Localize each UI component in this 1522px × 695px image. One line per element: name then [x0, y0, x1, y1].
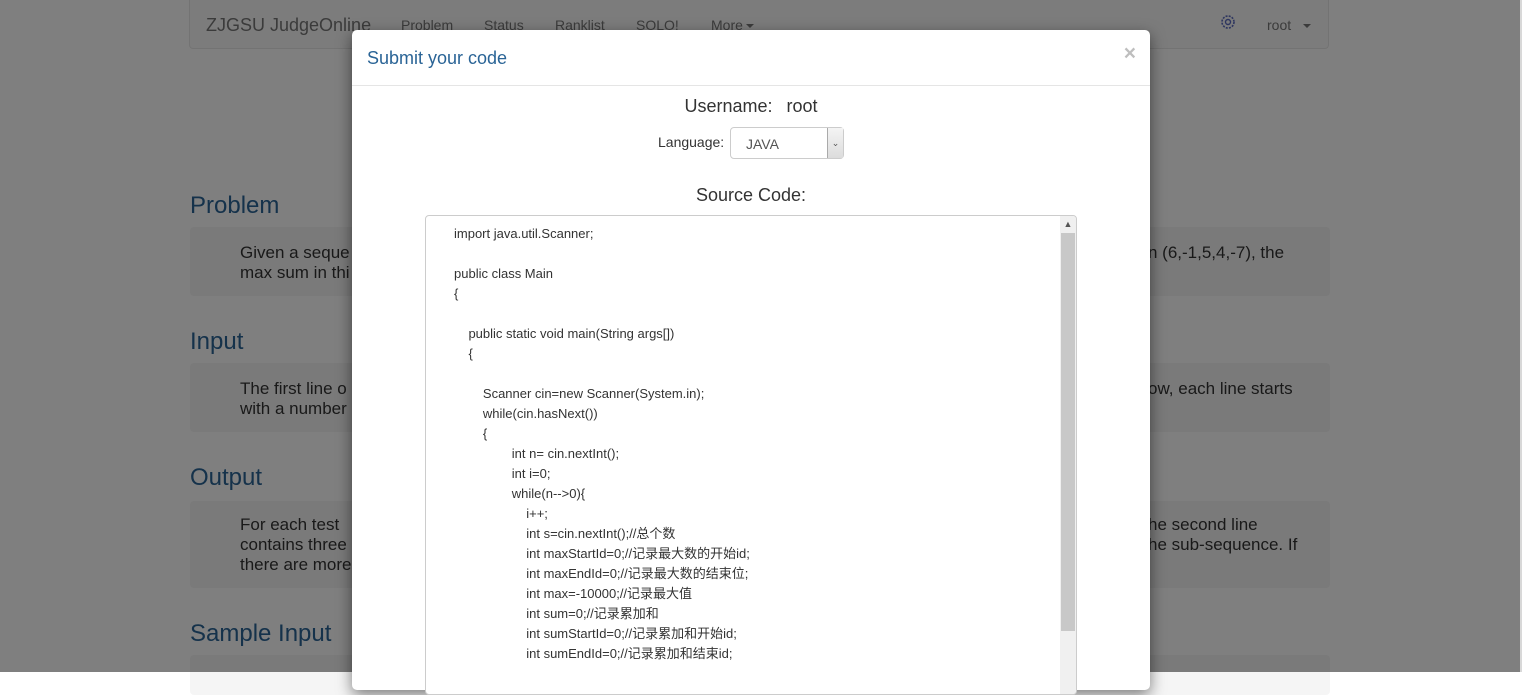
submit-code-modal: Submit your code × Username: root Languag… — [352, 30, 1150, 695]
code-scrollbar[interactable]: ▲ — [1060, 216, 1076, 694]
source-code-textarea[interactable]: import java.util.Scanner; public class M… — [425, 215, 1077, 695]
language-label: Language: — [658, 134, 725, 150]
close-icon[interactable]: × — [1124, 43, 1136, 64]
modal-header: Submit your code × — [352, 30, 1150, 86]
scroll-thumb[interactable] — [1061, 233, 1075, 631]
source-code-content[interactable]: import java.util.Scanner; public class M… — [454, 224, 750, 664]
username-value: root — [786, 96, 818, 116]
username-label: Username: — [684, 96, 773, 116]
chevron-down-icon[interactable]: ⌄ — [827, 128, 843, 158]
scroll-up-arrow-icon[interactable]: ▲ — [1060, 216, 1076, 232]
username-row: Username: root — [352, 96, 1150, 117]
modal-title: Submit your code — [367, 48, 508, 68]
language-select[interactable]: JAVA ⌄ — [730, 127, 844, 159]
language-selected-value: JAVA — [746, 136, 779, 152]
source-code-label: Source Code: — [695, 185, 807, 205]
